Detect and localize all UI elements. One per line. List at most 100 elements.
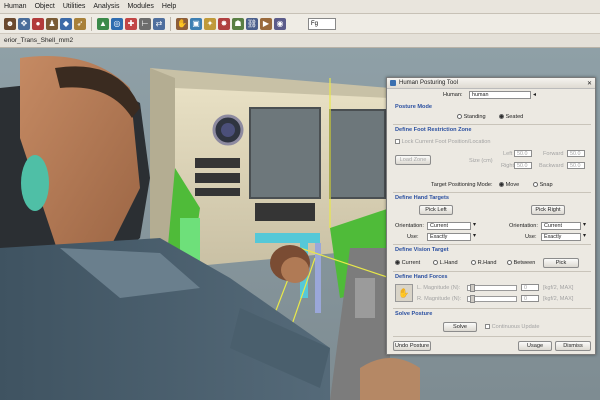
chevron-left-icon[interactable]: ◂ bbox=[533, 91, 536, 98]
divider bbox=[393, 271, 591, 272]
target-mode-label: Target Positioning Mode: bbox=[431, 182, 493, 188]
grab-tool-icon[interactable]: ☗ bbox=[232, 17, 244, 30]
hand-targets-heading: Define Hand Targets bbox=[395, 195, 449, 201]
menu-object[interactable]: Object bbox=[35, 3, 55, 10]
r-magnitude-slider[interactable] bbox=[467, 295, 517, 303]
light-tool-icon[interactable]: ✦ bbox=[204, 17, 216, 30]
r-range-text: [kgf/2, MAX] bbox=[543, 296, 574, 302]
standing-radio-dot[interactable] bbox=[457, 114, 462, 120]
vision-tool-icon[interactable]: ◎ bbox=[111, 17, 123, 30]
menu-modules[interactable]: Modules bbox=[127, 3, 153, 10]
solve-heading: Solve Posture bbox=[395, 311, 433, 317]
vision-between-radio[interactable]: Between bbox=[507, 260, 535, 266]
l-magnitude-slider[interactable] bbox=[467, 284, 517, 292]
right-use-label: Use: bbox=[525, 234, 537, 240]
l-magnitude-field[interactable]: 0 bbox=[521, 284, 539, 291]
backward-size-field[interactable]: 50.0 bbox=[567, 162, 585, 169]
slider-thumb[interactable] bbox=[470, 295, 475, 303]
snap-radio-dot[interactable] bbox=[533, 182, 538, 188]
toolbar: ☻ ✥ ● ♟ ◆ ➶ ▲ ◎ ✚ ⊢ ⇄ ✋ ▣ ✦ ✸ ☗ ⛓ ▶ ◉ Fg bbox=[0, 14, 600, 34]
dialog-titlebar[interactable]: Human Posturing Tool ✕ bbox=[387, 78, 595, 89]
chevron-down-icon[interactable]: ▾ bbox=[473, 232, 476, 239]
menubar: Human Object Utilities Analysis Modules … bbox=[0, 0, 600, 14]
divider bbox=[393, 192, 591, 193]
menu-utilities[interactable]: Utilities bbox=[63, 3, 86, 10]
snap-radio[interactable]: Snap bbox=[533, 182, 553, 188]
close-icon[interactable]: ✕ bbox=[587, 80, 592, 87]
document-tab-bar: erior_Trans_Shell_mm2 bbox=[0, 34, 600, 48]
pick-left-button[interactable]: Pick Left bbox=[419, 205, 453, 215]
hand-forces-heading: Define Hand Forces bbox=[395, 274, 448, 280]
collision-tool-icon[interactable]: ✸ bbox=[218, 17, 230, 30]
vision-current-radio[interactable]: Current bbox=[395, 260, 420, 266]
gait-tool-icon[interactable]: ⇄ bbox=[153, 17, 165, 30]
vision-rhand-dot[interactable] bbox=[471, 260, 476, 266]
continuous-update-check[interactable] bbox=[485, 324, 490, 330]
figure-tool-icon[interactable]: ♟ bbox=[46, 17, 58, 30]
undo-posture-button[interactable]: Undo Posture bbox=[393, 341, 431, 351]
left-use-field[interactable]: Exactly bbox=[427, 233, 471, 241]
r-magnitude-field[interactable]: 0 bbox=[521, 295, 539, 302]
move-label: Move bbox=[505, 182, 520, 188]
lock-foot-label: Lock Current Foot Position/Location bbox=[401, 139, 491, 145]
human-field[interactable]: human bbox=[469, 91, 531, 99]
move-radio-dot[interactable] bbox=[499, 182, 504, 188]
hand-tool-icon[interactable]: ✋ bbox=[176, 17, 188, 30]
posture-tool-icon[interactable]: ● bbox=[32, 17, 44, 30]
seated-radio-dot[interactable] bbox=[499, 114, 504, 120]
l-range-text: [kgf/2, MAX] bbox=[543, 285, 574, 291]
lock-foot-check[interactable] bbox=[395, 139, 400, 145]
r-magnitude-label: R. Magnitude (N): bbox=[417, 296, 462, 302]
lock-foot-checkbox[interactable]: Lock Current Foot Position/Location bbox=[395, 139, 491, 145]
animate-tool-icon[interactable]: ▶ bbox=[260, 17, 272, 30]
human-posturing-dialog: Human Posturing Tool ✕ Human: human ◂ Po… bbox=[386, 77, 596, 355]
usage-button[interactable]: Usage bbox=[518, 341, 552, 351]
hand-force-icon[interactable]: ✋ bbox=[395, 284, 413, 302]
vision-rhand-radio[interactable]: R.Hand bbox=[471, 260, 497, 266]
standing-radio[interactable]: Standing bbox=[457, 114, 486, 120]
vision-lhand-dot[interactable] bbox=[433, 260, 438, 266]
right-size-field[interactable]: 50.0 bbox=[514, 162, 532, 169]
right-orientation-field[interactable]: Current bbox=[541, 222, 581, 230]
right-use-field[interactable]: Exactly bbox=[541, 233, 581, 241]
menu-analysis[interactable]: Analysis bbox=[93, 3, 119, 10]
view-tool-icon[interactable]: ◆ bbox=[60, 17, 72, 30]
link-tool-icon[interactable]: ⛓ bbox=[246, 17, 258, 30]
force-tool-icon[interactable]: ✚ bbox=[125, 17, 137, 30]
analysis-tool-icon[interactable]: ▲ bbox=[97, 17, 109, 30]
toolbar-divider bbox=[91, 16, 92, 31]
menu-help[interactable]: Help bbox=[162, 3, 176, 10]
chevron-down-icon[interactable]: ▾ bbox=[473, 221, 476, 228]
move-radio[interactable]: Move bbox=[499, 182, 519, 188]
pick-right-button[interactable]: Pick Right bbox=[531, 205, 565, 215]
vision-pick-button[interactable]: Pick bbox=[543, 258, 579, 268]
reach-tool-icon[interactable]: ➶ bbox=[74, 17, 86, 30]
load-zone-button[interactable]: Load Zone bbox=[395, 155, 431, 165]
left-orientation-field[interactable]: Current bbox=[427, 222, 471, 230]
solve-button[interactable]: Solve bbox=[443, 322, 477, 332]
dismiss-button[interactable]: Dismiss bbox=[555, 341, 591, 351]
vision-rhand-label: R.Hand bbox=[477, 260, 497, 266]
backward-size-label: Backward bbox=[539, 163, 564, 169]
measure-tool-icon[interactable]: ⊢ bbox=[139, 17, 151, 30]
seated-radio[interactable]: Seated bbox=[499, 114, 523, 120]
vision-lhand-radio[interactable]: L.Hand bbox=[433, 260, 458, 266]
menu-human[interactable]: Human bbox=[4, 3, 27, 10]
human-tool-icon[interactable]: ☻ bbox=[4, 17, 16, 30]
vision-between-dot[interactable] bbox=[507, 260, 512, 266]
l-magnitude-label: L. Magnitude (N): bbox=[417, 285, 461, 291]
continuous-update-checkbox[interactable]: Continuous Update bbox=[485, 324, 539, 330]
divider bbox=[393, 308, 591, 309]
left-size-field[interactable]: 50.0 bbox=[514, 150, 532, 157]
move-tool-icon[interactable]: ✥ bbox=[18, 17, 30, 30]
vision-current-dot[interactable] bbox=[395, 260, 400, 266]
camera-tool-icon[interactable]: ▣ bbox=[190, 17, 202, 30]
record-tool-icon[interactable]: ◉ bbox=[274, 17, 286, 30]
fg-field[interactable]: Fg bbox=[308, 17, 336, 30]
chevron-down-icon[interactable]: ▾ bbox=[583, 221, 586, 228]
document-tab[interactable]: erior_Trans_Shell_mm2 bbox=[4, 37, 73, 44]
forward-size-field[interactable]: 50.0 bbox=[567, 150, 585, 157]
slider-thumb[interactable] bbox=[470, 284, 475, 292]
vision-current-label: Current bbox=[401, 260, 421, 266]
chevron-down-icon[interactable]: ▾ bbox=[583, 232, 586, 239]
